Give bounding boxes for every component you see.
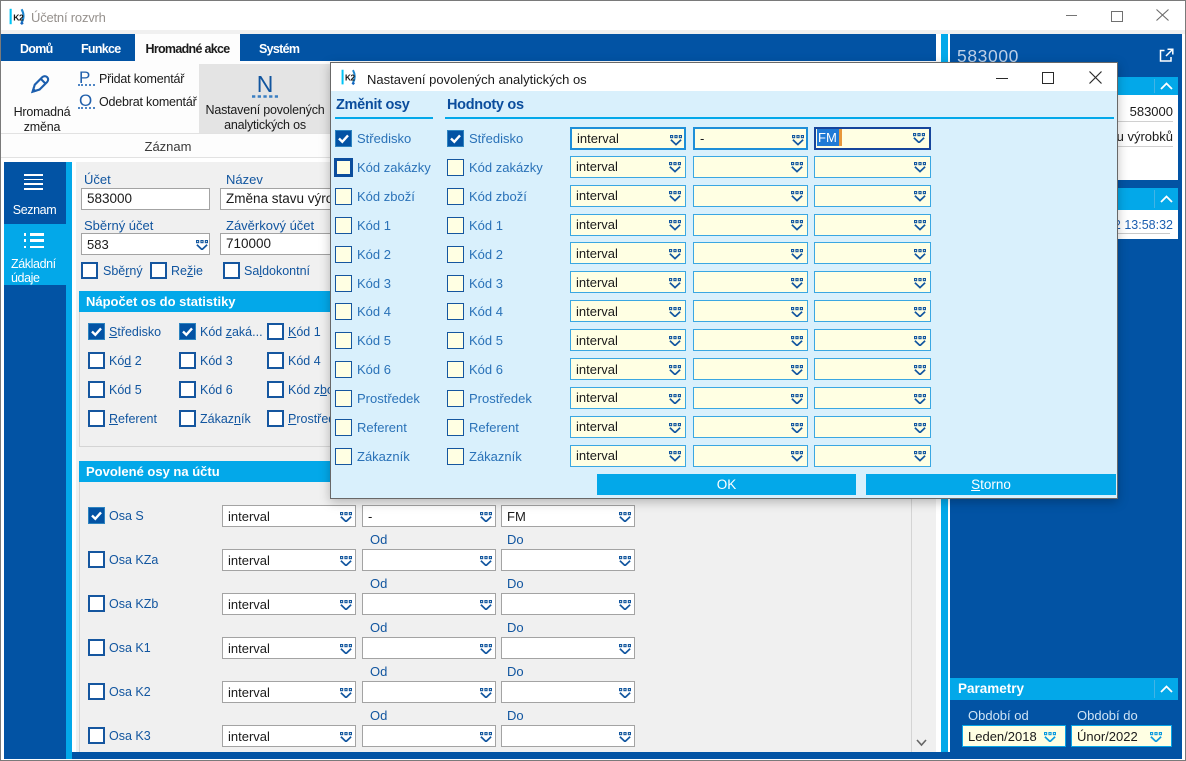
svg-text:K2: K2 xyxy=(345,74,356,83)
svg-text:K2: K2 xyxy=(13,12,24,22)
